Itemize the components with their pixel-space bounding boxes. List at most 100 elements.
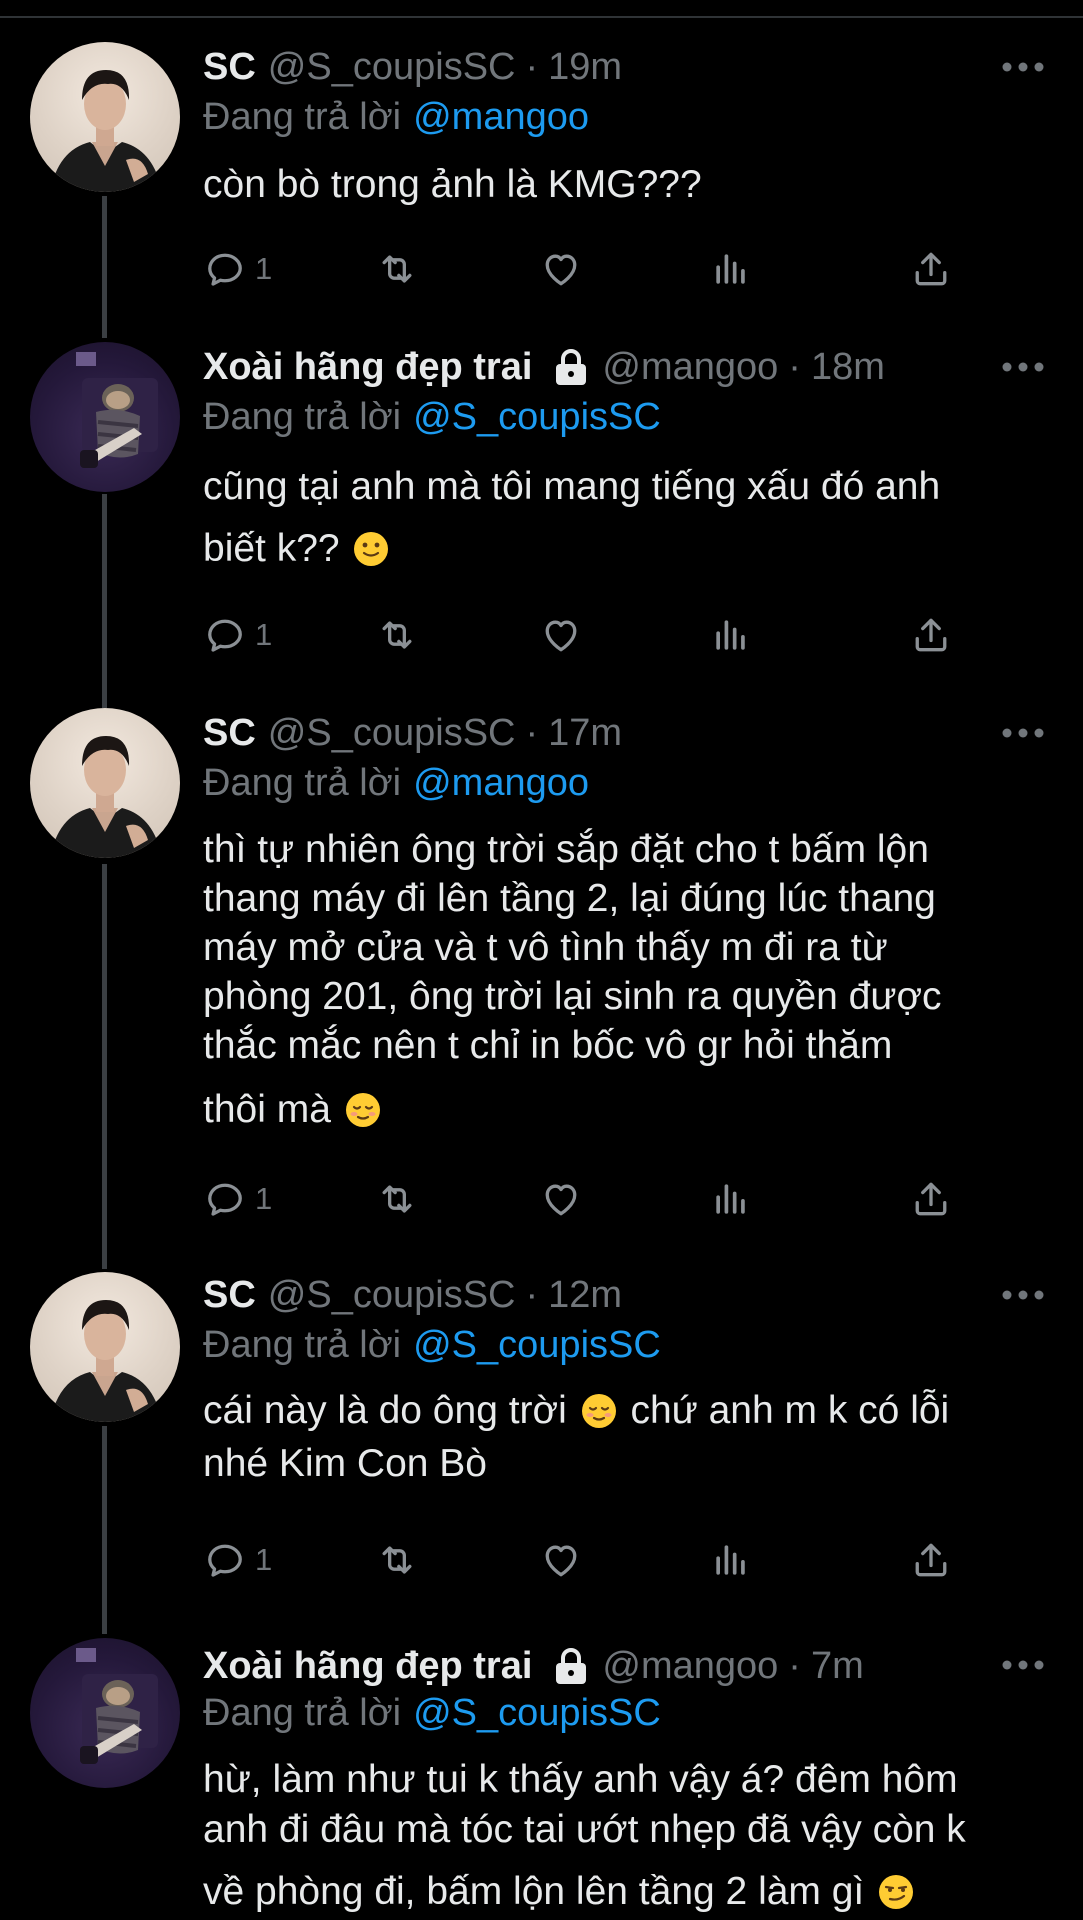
share-button[interactable] [909, 610, 953, 660]
action-bar: 1 [203, 1535, 1003, 1585]
views-button[interactable] [709, 244, 753, 294]
timestamp[interactable]: 18m [811, 346, 885, 389]
tweet-header: Xoài hãng đẹp trai @mangoo · 7m [203, 1636, 864, 1696]
mention-link[interactable]: @mangoo [413, 96, 589, 139]
heart-icon [545, 620, 577, 652]
like-button[interactable] [539, 1535, 583, 1585]
display-name[interactable]: SC [203, 712, 256, 755]
views-icon [716, 620, 745, 650]
reply-button[interactable]: 1 [203, 1174, 272, 1224]
separator-dot: · [525, 1273, 539, 1316]
tweet[interactable]: SC @S_coupisSC · 19m Đang trả lời @mango… [0, 0, 1083, 300]
views-icon [716, 1545, 745, 1575]
mention-link[interactable]: @S_coupisSC [413, 1692, 661, 1735]
heart-icon [545, 1184, 577, 1216]
tweet-text-line: thôi mà [203, 1088, 331, 1131]
timestamp[interactable]: 7m [811, 1645, 864, 1688]
user-handle[interactable]: @S_coupisSC [268, 46, 516, 89]
tweet[interactable]: SC @S_coupisSC · 12m Đang trả lời @S_cou… [0, 1232, 1083, 1602]
timestamp[interactable]: 17m [548, 712, 622, 755]
share-icon [915, 252, 947, 286]
more-icon[interactable] [1001, 727, 1045, 739]
tweet-text: thì tự nhiên ông trời sắp đặt cho t bấm … [203, 825, 1043, 1134]
tweet-text-line: về phòng đi, bấm lộn lên tầng 2 làm gì [203, 1870, 865, 1913]
tweet[interactable]: SC @S_coupisSC · 17m Đang trả lời @mango… [0, 670, 1083, 1232]
display-name[interactable]: SC [203, 46, 256, 89]
share-button[interactable] [909, 1174, 953, 1224]
share-button[interactable] [909, 244, 953, 294]
tweet-text-line: thắc mắc nên t chỉ in bốc vô gr hỏi thăm [203, 1024, 893, 1067]
tweet-text-line: cái này là do ông trời [203, 1389, 567, 1432]
replying-to: Đang trả lời @S_coupisSC [203, 392, 661, 442]
retweet-button[interactable] [375, 244, 419, 294]
tweet-text: cũng tại anh mà tôi mang tiếng xấu đó an… [203, 456, 1043, 580]
tweet-text-line: biết k?? [203, 527, 340, 570]
tweet-text-line: máy mở cửa và t vô tình thấy m đi ra từ [203, 926, 888, 969]
more-icon[interactable] [1001, 361, 1045, 373]
tweet[interactable]: Xoài hãng đẹp trai @mangoo · 7m Đang trả… [0, 1602, 1083, 1920]
user-handle[interactable]: @S_coupisSC [268, 1274, 516, 1317]
mention-link[interactable]: @mangoo [413, 762, 589, 805]
reply-button[interactable]: 1 [203, 244, 272, 294]
tweet-text-line: phòng 201, ông trời lại sinh ra quyền đư… [203, 975, 942, 1018]
retweet-button[interactable] [375, 1174, 419, 1224]
display-name[interactable]: Xoài hãng đẹp trai [203, 1645, 532, 1688]
share-icon [915, 1543, 947, 1577]
avatar[interactable] [30, 1638, 180, 1788]
tweet[interactable]: Xoài hãng đẹp trai @mangoo · 18m Đang tr… [0, 300, 1083, 670]
tweet-text-line: còn bò trong ảnh là KMG??? [203, 163, 702, 206]
tweet-text-line: anh đi đâu mà tóc tai ướt nhẹp đã vậy cò… [203, 1808, 966, 1851]
more-icon[interactable] [1001, 1659, 1045, 1671]
retweet-button[interactable] [375, 1535, 419, 1585]
reply-button[interactable]: 1 [203, 610, 272, 660]
avatar[interactable] [30, 1272, 180, 1422]
views-icon [716, 1184, 745, 1214]
avatar[interactable] [30, 42, 180, 192]
user-handle[interactable]: @mangoo [602, 1645, 778, 1688]
replying-to-label: Đang trả lời [203, 95, 402, 138]
action-bar: 1 [203, 244, 1003, 294]
display-name[interactable]: Xoài hãng đẹp trai [203, 346, 532, 389]
tweet-text-line: cũng tại anh mà tôi mang tiếng xấu đó an… [203, 465, 941, 508]
user-handle[interactable]: @S_coupisSC [268, 712, 516, 755]
replying-to-label: Đang trả lời [203, 395, 402, 438]
timestamp[interactable]: 12m [548, 1274, 622, 1317]
replying-to-label: Đang trả lời [203, 761, 402, 804]
like-button[interactable] [539, 1174, 583, 1224]
views-icon [716, 254, 745, 284]
tweet-text: còn bò trong ảnh là KMG??? [203, 160, 1043, 209]
share-button[interactable] [909, 1535, 953, 1585]
mention-link[interactable]: @S_coupisSC [413, 396, 661, 439]
like-button[interactable] [539, 244, 583, 294]
share-icon [915, 1182, 947, 1216]
reply-button[interactable]: 1 [203, 1535, 272, 1585]
user-handle[interactable]: @mangoo [602, 346, 778, 389]
views-button[interactable] [709, 1174, 753, 1224]
heart-icon [545, 1545, 577, 1577]
retweet-icon [382, 1185, 412, 1213]
like-button[interactable] [539, 610, 583, 660]
mention-link[interactable]: @S_coupisSC [413, 1324, 661, 1367]
avatar[interactable] [30, 342, 180, 492]
retweet-icon [382, 255, 412, 283]
lock-icon [556, 349, 587, 385]
tweet-header: Xoài hãng đẹp trai @mangoo · 18m [203, 337, 885, 397]
tweet-header: SC @S_coupisSC · 12m [203, 1265, 622, 1325]
views-button[interactable] [709, 610, 753, 660]
display-name[interactable]: SC [203, 1274, 256, 1317]
timestamp[interactable]: 19m [548, 46, 622, 89]
smirking-face-emoji [879, 1875, 914, 1909]
reply-icon [208, 253, 242, 286]
tweet-text-line: nhé Kim Con Bò [203, 1442, 487, 1485]
tweet-text: cái này là do ông trời chứ anh m k có lỗ… [203, 1384, 1043, 1490]
tweet-header: SC @S_coupisSC · 17m [203, 703, 622, 763]
replying-to: Đang trả lời @mangoo [203, 92, 589, 142]
more-icon[interactable] [1001, 61, 1045, 73]
tweet-text-line: hừ, làm như tui k thấy anh vậy á? đêm hô… [203, 1758, 958, 1801]
reply-icon [208, 1544, 242, 1577]
replying-to: Đang trả lời @S_coupisSC [203, 1688, 661, 1738]
views-button[interactable] [709, 1535, 753, 1585]
retweet-button[interactable] [375, 610, 419, 660]
more-icon[interactable] [1001, 1289, 1045, 1301]
avatar[interactable] [30, 708, 180, 858]
